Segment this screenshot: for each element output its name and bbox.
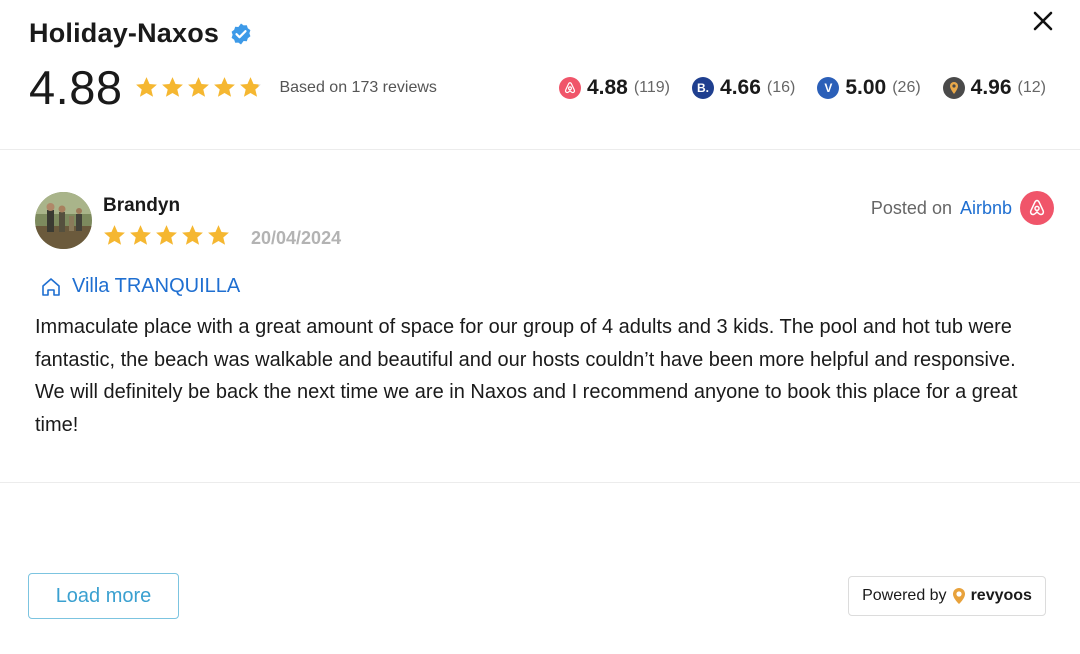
platform-rating-booking[interactable]: B. 4.66 (16) bbox=[692, 76, 795, 100]
airbnb-icon bbox=[558, 77, 581, 99]
star-icon bbox=[136, 77, 158, 97]
posted-source-link[interactable]: Airbnb bbox=[960, 198, 1012, 219]
platform-rating-direct[interactable]: 4.96 (12) bbox=[942, 76, 1046, 100]
platform-count: (119) bbox=[633, 79, 671, 96]
star-icon bbox=[214, 77, 236, 97]
star-icon bbox=[162, 77, 184, 97]
star-icon bbox=[240, 77, 262, 97]
vrbo-icon: V bbox=[817, 77, 840, 99]
revyoos-logo-icon bbox=[952, 588, 965, 604]
star-icon bbox=[130, 225, 151, 245]
revyoos-brand: revyoos bbox=[970, 587, 1032, 604]
powered-by-label: Powered by bbox=[862, 587, 947, 604]
booking-icon: B. bbox=[692, 77, 715, 99]
review-stars bbox=[102, 223, 231, 248]
business-title: Holiday-Naxos bbox=[29, 18, 220, 48]
home-icon bbox=[42, 277, 60, 296]
platform-score: 4.96 bbox=[970, 76, 1012, 99]
review-text: Immaculate place with a great amount of … bbox=[35, 316, 1018, 436]
load-more-button[interactable]: Load more bbox=[28, 573, 179, 619]
platform-count: (16) bbox=[766, 79, 796, 96]
widget-header: Holiday-Naxos 4.88 Based on 173 reviews … bbox=[0, 0, 1080, 150]
platform-count: (12) bbox=[1017, 79, 1046, 96]
posted-on-label: Posted on bbox=[870, 197, 952, 218]
title-row: Holiday-Naxos bbox=[29, 18, 253, 49]
property-link[interactable]: Villa TRANQUILLA bbox=[40, 275, 240, 298]
star-icon bbox=[104, 225, 125, 245]
platform-rating-vrbo[interactable]: V 5.00 (26) bbox=[817, 76, 921, 100]
star-icon bbox=[208, 225, 229, 245]
powered-by-badge[interactable]: Powered by revyoos bbox=[848, 576, 1046, 616]
platform-ratings: 4.88 (119) B. 4.66 (16) V 5.00 (26) 4.96… bbox=[558, 76, 1046, 100]
star-icon bbox=[188, 77, 210, 97]
location-pin-icon bbox=[942, 77, 965, 99]
platform-score: 4.88 bbox=[586, 76, 628, 99]
star-icon bbox=[156, 225, 177, 245]
review-card: Brandyn 20/04/2024 Posted on Airbnb Vill… bbox=[0, 151, 1080, 483]
property-name: Villa TRANQUILLA bbox=[72, 275, 241, 297]
star-icon bbox=[182, 225, 203, 245]
overall-score: 4.88 bbox=[29, 61, 123, 114]
platform-rating-airbnb[interactable]: 4.88 (119) bbox=[558, 76, 671, 100]
platform-score: 4.66 bbox=[720, 76, 761, 99]
avatar bbox=[35, 192, 92, 249]
review-count-label: Based on 173 reviews bbox=[279, 78, 437, 96]
platform-count: (26) bbox=[892, 79, 921, 96]
review-date: 20/04/2024 bbox=[251, 228, 342, 248]
posted-on: Posted on Airbnb bbox=[871, 191, 1054, 225]
overall-rating-row: 4.88 Based on 173 reviews bbox=[29, 60, 437, 115]
airbnb-icon[interactable] bbox=[1020, 191, 1054, 225]
verified-badge-icon bbox=[231, 23, 251, 44]
reviewer-name: Brandyn bbox=[103, 195, 181, 216]
close-icon[interactable] bbox=[1032, 10, 1054, 32]
overall-stars bbox=[134, 75, 263, 100]
platform-score: 5.00 bbox=[845, 76, 887, 99]
